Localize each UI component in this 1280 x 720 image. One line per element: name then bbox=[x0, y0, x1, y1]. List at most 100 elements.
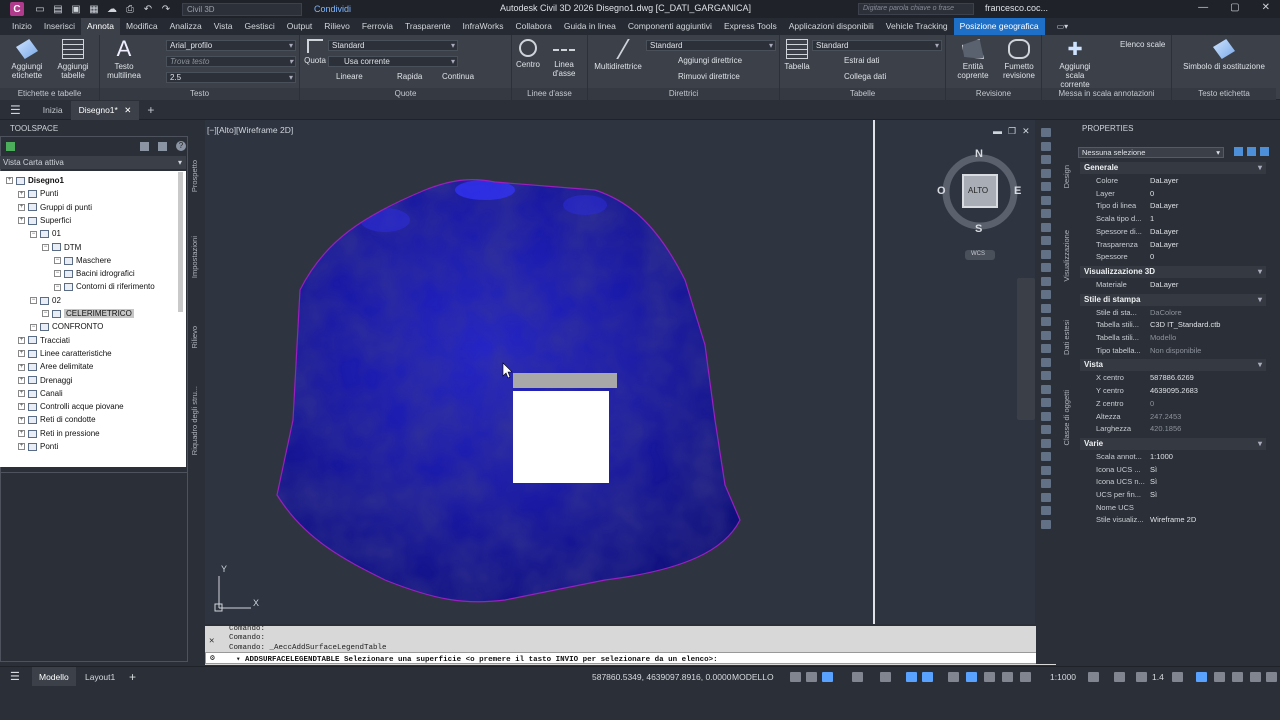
palette-tool-icon[interactable] bbox=[1041, 290, 1051, 299]
lineweight-icon[interactable] bbox=[948, 672, 959, 682]
help-icon[interactable]: ? bbox=[176, 141, 186, 151]
tab-collabora[interactable]: Collabora bbox=[509, 18, 557, 35]
palette-tool-icon[interactable] bbox=[1041, 141, 1051, 151]
property-row[interactable]: Icona UCS ... Sì bbox=[1080, 464, 1266, 477]
panel-title[interactable]: Revisione bbox=[946, 88, 1041, 100]
isodraft-icon[interactable] bbox=[880, 672, 891, 682]
expand-icon[interactable]: + bbox=[18, 416, 25, 424]
property-row[interactable]: Trasparenza DaLayer bbox=[1080, 239, 1266, 252]
cloud-icon[interactable]: ☁ bbox=[106, 4, 118, 15]
side-tab-impostazioni[interactable]: Impostazioni bbox=[190, 236, 199, 278]
toggle-pickadd-icon[interactable] bbox=[1234, 147, 1243, 156]
tree-node[interactable]: + Canali bbox=[18, 387, 63, 400]
property-row[interactable]: Tipo di linea DaLayer bbox=[1080, 200, 1266, 213]
palette-tool-icon[interactable] bbox=[1041, 465, 1051, 475]
expand-icon[interactable]: + bbox=[18, 217, 25, 225]
side-tab-rilievo[interactable]: Rilievo bbox=[190, 326, 199, 349]
app-logo[interactable]: C bbox=[10, 2, 24, 16]
property-section-header[interactable]: Generale bbox=[1080, 162, 1266, 174]
view-select[interactable]: Vista Carta attiva ▾ bbox=[0, 156, 186, 169]
property-row[interactable]: Tipo tabella... Non disponibile bbox=[1080, 345, 1266, 358]
expand-icon[interactable]: + bbox=[6, 177, 13, 185]
panel-title[interactable]: Testo bbox=[100, 88, 299, 100]
expand-icon[interactable]: − bbox=[30, 323, 37, 331]
tab-modello[interactable]: Modello bbox=[32, 667, 76, 687]
linear-button[interactable]: Lineare bbox=[336, 72, 363, 81]
palette-tool-icon[interactable] bbox=[1041, 384, 1051, 394]
palette-tool-icon[interactable] bbox=[1041, 195, 1051, 205]
tab-infraworks[interactable]: InfraWorks bbox=[457, 18, 510, 35]
tree-node[interactable]: + Disegno1 bbox=[6, 174, 64, 187]
palette-tool-icon[interactable] bbox=[1041, 249, 1051, 259]
find-text-input[interactable]: Trova testo bbox=[166, 56, 296, 67]
print-icon[interactable]: ⎙ bbox=[124, 4, 136, 15]
dimension-button[interactable]: Quota bbox=[302, 39, 328, 65]
navigation-bar[interactable] bbox=[1017, 278, 1035, 420]
palette-tool-icon[interactable] bbox=[1041, 506, 1051, 515]
close-command-icon[interactable]: ✕ bbox=[209, 636, 214, 646]
expand-icon[interactable]: + bbox=[18, 350, 25, 358]
expand-icon[interactable]: − bbox=[42, 310, 49, 318]
hamburger-icon[interactable]: ☰ bbox=[10, 670, 20, 683]
tree-node[interactable]: + Ponti bbox=[18, 440, 58, 453]
tree-node[interactable]: − DTM bbox=[42, 241, 81, 254]
compass-east[interactable]: E bbox=[1014, 185, 1021, 197]
command-line-input[interactable]: ⚙ ▾ ADDSURFACELEGENDTABLE Selezionare un… bbox=[205, 652, 1056, 664]
selection-cycling-icon[interactable] bbox=[984, 672, 995, 682]
property-row[interactable]: Layer 0 bbox=[1080, 188, 1266, 201]
saveas-icon[interactable]: ▦ bbox=[88, 4, 100, 15]
tab-inizia[interactable]: Inizia bbox=[35, 101, 71, 120]
wcs-menu[interactable]: WCS bbox=[971, 251, 985, 257]
command-wrench-icon[interactable]: ⚙ bbox=[210, 653, 215, 663]
expand-icon[interactable]: + bbox=[18, 363, 25, 371]
palette-tool-icon[interactable] bbox=[1041, 303, 1051, 313]
property-row[interactable]: Z centro 0 bbox=[1080, 398, 1266, 411]
tab-modifica[interactable]: Modifica bbox=[120, 18, 164, 35]
tree-node[interactable]: + Controlli acque piovane bbox=[18, 400, 124, 413]
tree-node[interactable]: + Drenaggi bbox=[18, 374, 72, 387]
status-menu-icon[interactable] bbox=[1266, 672, 1277, 682]
panel-title[interactable]: Testo etichetta bbox=[1172, 88, 1276, 100]
panel-title[interactable]: Quote bbox=[300, 88, 511, 100]
tab-applicazioni-disponibili[interactable]: Applicazioni disponibili bbox=[783, 18, 880, 35]
tree-node[interactable]: − Bacini idrografici bbox=[54, 267, 135, 280]
palette-tool-icon[interactable] bbox=[1041, 519, 1051, 529]
palette-tool-icon[interactable] bbox=[1041, 479, 1051, 488]
new-file-icon[interactable]: ▭ bbox=[34, 4, 46, 15]
annotation-scale[interactable]: 1:1000 bbox=[1050, 672, 1076, 682]
workspace-select[interactable]: Civil 3D bbox=[182, 2, 302, 16]
property-row[interactable]: Spessore di... DaLayer bbox=[1080, 226, 1266, 239]
expand-icon[interactable]: + bbox=[18, 376, 25, 384]
close-icon[interactable]: ✕ bbox=[1262, 2, 1270, 13]
prospector-icon[interactable] bbox=[6, 142, 15, 151]
snap-icon[interactable] bbox=[806, 672, 817, 682]
minimize-icon[interactable]: — bbox=[1198, 2, 1208, 13]
tree-node[interactable]: + Reti in pressione bbox=[18, 427, 100, 440]
add-layout-button[interactable]: + bbox=[122, 667, 143, 687]
property-row[interactable]: UCS per fin... Sì bbox=[1080, 489, 1266, 502]
hamburger-menu-icon[interactable]: ☰ bbox=[10, 103, 21, 117]
side-tab-dati-estesi[interactable]: Dati estesi bbox=[1062, 320, 1071, 355]
text-height-select[interactable]: 2.5 bbox=[166, 72, 296, 83]
osnap-icon[interactable] bbox=[922, 672, 933, 682]
customize-icon[interactable] bbox=[1250, 672, 1261, 682]
property-row[interactable]: Spessore 0 bbox=[1080, 251, 1266, 264]
grid-icon[interactable] bbox=[790, 672, 801, 682]
expand-icon[interactable]: + bbox=[18, 336, 25, 344]
property-row[interactable]: Scala tipo d... 1 bbox=[1080, 213, 1266, 226]
center-mark-button[interactable]: Centro bbox=[514, 39, 542, 69]
tree-node[interactable]: + Superfici bbox=[18, 214, 71, 227]
tab-posizione-geografica[interactable]: Posizione geografica bbox=[953, 18, 1045, 35]
tree-node[interactable]: + Aree delimitate bbox=[18, 360, 93, 373]
tree-node[interactable]: + Punti bbox=[18, 187, 58, 200]
side-tab-design[interactable]: Design bbox=[1062, 165, 1071, 188]
annotation-monitor-icon[interactable] bbox=[1114, 672, 1125, 682]
tab-disegno1[interactable]: Disegno1* ✕ bbox=[70, 100, 140, 120]
tree-node[interactable]: + Tracciati bbox=[18, 334, 70, 347]
property-row[interactable]: Larghezza 420.1856 bbox=[1080, 423, 1266, 436]
palette-tool-icon[interactable] bbox=[1041, 438, 1051, 448]
user-account[interactable]: francesco.coc... bbox=[985, 3, 1048, 13]
expand-icon[interactable]: + bbox=[18, 390, 25, 398]
text-style-select[interactable]: Arial_profilo bbox=[166, 40, 296, 51]
compass-west[interactable]: O bbox=[937, 185, 946, 197]
